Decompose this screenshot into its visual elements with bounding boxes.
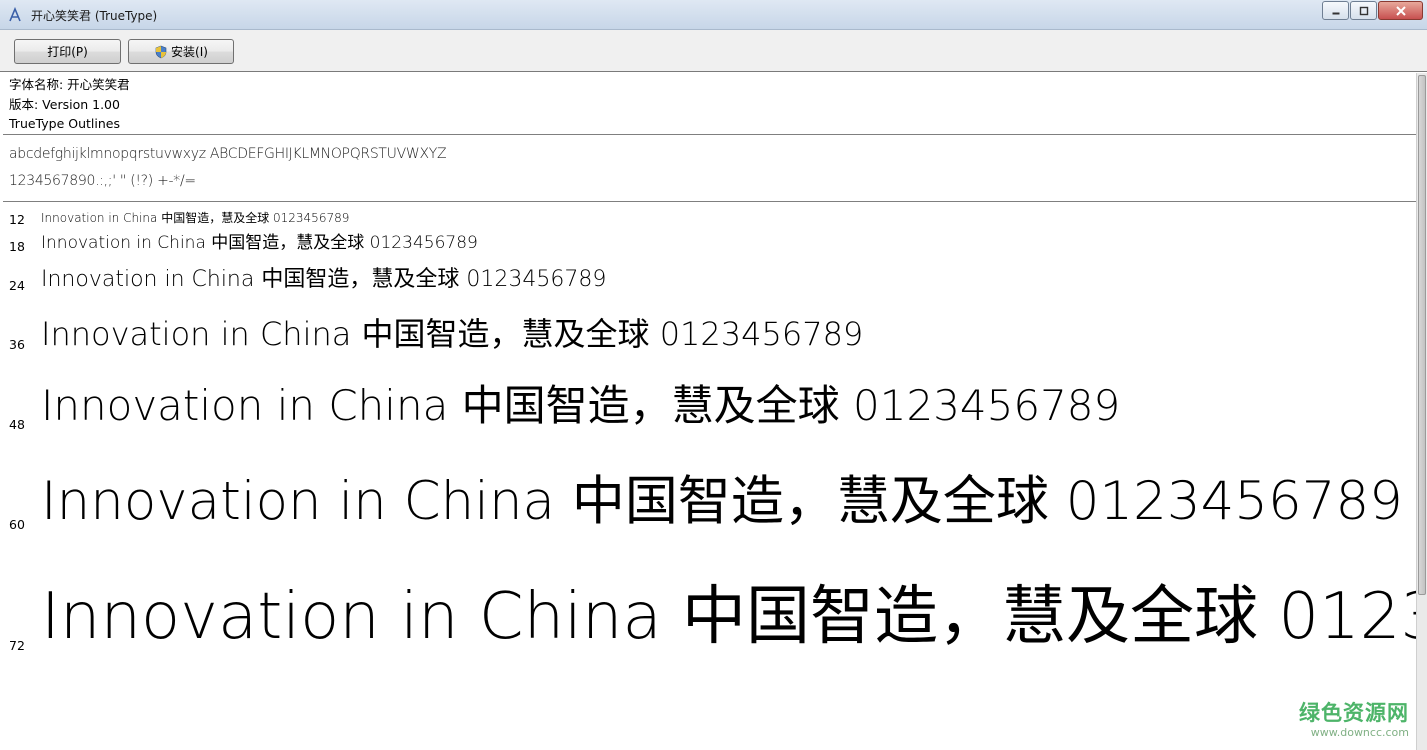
install-button[interactable]: 安装(I) <box>128 39 234 64</box>
font-info: 字体名称: 开心笑笑君 版本: Version 1.00 TrueType Ou… <box>9 75 130 134</box>
sample-text: Innovation in China 中国智造，慧及全球 0123456789 <box>41 267 607 292</box>
font-name-line: 字体名称: 开心笑笑君 <box>9 77 130 92</box>
print-button-label: 打印(P) <box>47 45 88 59</box>
sample-text: Innovation in China 中国智造，慧及全球 0123456789 <box>41 471 1403 532</box>
font-outline-line: TrueType Outlines <box>9 116 120 131</box>
scrollbar-thumb[interactable] <box>1418 75 1426 595</box>
charset-letters: abcdefghijklmnopqrstuvwxyz ABCDEFGHIJKLM… <box>9 146 447 162</box>
vertical-scrollbar[interactable] <box>1416 73 1427 750</box>
sample-size-label: 12 <box>9 212 25 227</box>
charset-digits-symbols: 1234567890.:,;' " (!?) +-*/= <box>9 173 196 189</box>
watermark-url: www.downcc.com <box>1310 726 1409 739</box>
sample-size-label: 48 <box>9 417 25 432</box>
font-version-line: 版本: Version 1.00 <box>9 96 120 112</box>
close-button[interactable] <box>1378 1 1423 20</box>
maximize-button[interactable] <box>1350 1 1377 20</box>
sample-size-label: 72 <box>9 638 25 653</box>
sample-size-label: 18 <box>9 239 25 254</box>
sample-size-label: 36 <box>9 337 25 352</box>
sample-text: Innovation in China 中国智造，慧及全球 0123456789 <box>41 580 1416 654</box>
font-viewer-icon <box>9 7 21 22</box>
sample-size-label: 60 <box>9 517 25 532</box>
maximize-icon <box>1359 6 1368 15</box>
window-title: 开心笑笑君 (TrueType) <box>31 9 158 23</box>
minimize-icon <box>1332 12 1339 14</box>
toolbar: 打印(P) 安装(I) <box>0 30 1427 72</box>
sample-size-label: 24 <box>9 278 25 293</box>
sample-text: Innovation in China 中国智造，慧及全球 0123456789 <box>41 381 1121 430</box>
preview-viewport: 字体名称: 开心笑笑君 版本: Version 1.00 TrueType Ou… <box>0 73 1416 750</box>
window-controls <box>1321 1 1423 20</box>
watermark-logo-text: 绿色资源网 <box>1299 701 1409 725</box>
sample-text: Innovation in China 中国智造，慧及全球 0123456789 <box>41 233 478 253</box>
close-icon <box>1395 5 1406 16</box>
install-button-label: 安装(I) <box>171 45 208 59</box>
sample-text: Innovation in China 中国智造，慧及全球 0123456789 <box>41 211 350 225</box>
divider <box>3 134 1416 135</box>
minimize-button[interactable] <box>1322 1 1349 20</box>
sample-text: Innovation in China 中国智造，慧及全球 0123456789 <box>41 315 864 353</box>
divider <box>3 201 1416 202</box>
title-bar: 开心笑笑君 (TrueType) <box>0 0 1427 30</box>
print-button[interactable]: 打印(P) <box>14 39 121 64</box>
uac-shield-icon <box>155 45 167 58</box>
site-watermark: 绿色资源网 www.downcc.com <box>1299 697 1409 739</box>
font-preview-pane: 字体名称: 开心笑笑君 版本: Version 1.00 TrueType Ou… <box>0 73 1427 750</box>
